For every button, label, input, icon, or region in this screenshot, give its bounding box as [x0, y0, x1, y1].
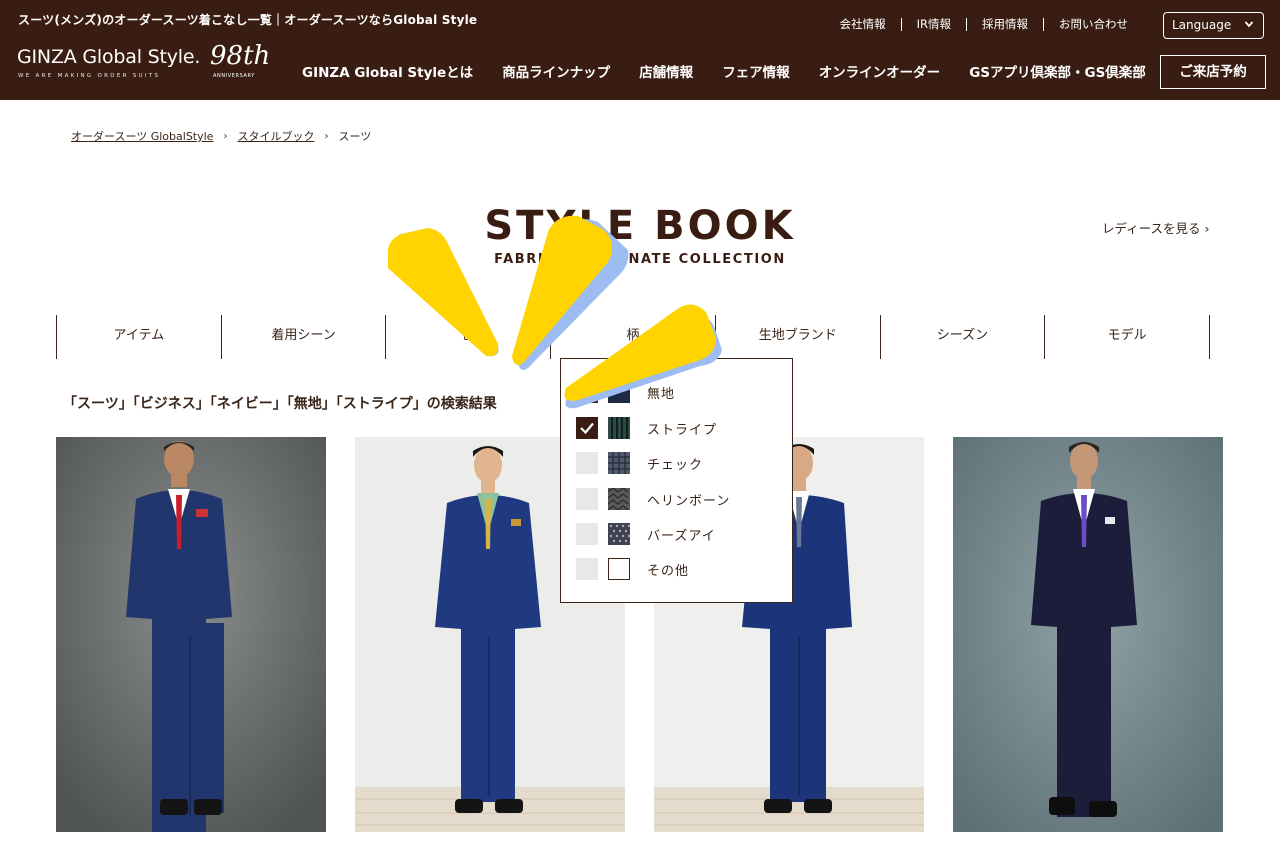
checkbox-solid[interactable]	[576, 381, 598, 403]
checkbox-check[interactable]	[576, 452, 598, 474]
logo-name: GINZA Global Style.	[17, 46, 201, 68]
checkbox-herringbone[interactable]	[576, 488, 598, 510]
pattern-option-label: ストライプ	[647, 422, 718, 438]
page-subtitle: FABRIC COORDINATE COLLECTION	[494, 252, 786, 267]
swatch-birdseye-icon	[608, 523, 631, 545]
logo-subtitle: WE ARE MAKING ORDER SUITS	[18, 73, 161, 79]
pattern-option-label: 無地	[647, 386, 676, 402]
pattern-filter-dropdown: 無地 ストライプ チェック ヘリンボーン バーズアイ その他	[560, 358, 793, 603]
pattern-option-label: チェック	[647, 457, 704, 473]
pattern-option-birdseye[interactable]: バーズアイ	[576, 521, 716, 547]
logo-anniversary: 98th	[210, 41, 271, 71]
nav-online-order[interactable]: オンラインオーダー	[804, 61, 955, 81]
util-link-recruit[interactable]: 採用情報	[967, 18, 1044, 31]
nav-lineup[interactable]: 商品ラインナップ	[487, 61, 624, 81]
breadcrumb-stylebook[interactable]: スタイルブック	[237, 128, 314, 144]
utility-nav: 会社情報 IR情報 採用情報 お問い合わせ	[825, 18, 1143, 31]
filter-tab-fabric-brand[interactable]: 生地ブランド	[714, 315, 880, 359]
style-photo-4[interactable]	[953, 437, 1223, 832]
checkmark-icon	[580, 422, 594, 435]
language-select[interactable]: Language	[1163, 12, 1264, 39]
store-reservation-button[interactable]: ご来店予約	[1160, 55, 1266, 89]
nav-fair[interactable]: フェア情報	[707, 61, 804, 81]
chevron-down-icon	[1244, 18, 1254, 28]
breadcrumb-separator: ›	[223, 130, 228, 142]
checkbox-birdseye[interactable]	[576, 523, 598, 545]
filter-tab-scene[interactable]: 着用シーン	[220, 315, 386, 359]
filter-tab-season[interactable]: シーズン	[879, 315, 1045, 359]
page-title: STYLE BOOK	[484, 203, 796, 249]
swatch-stripe-icon	[608, 417, 630, 439]
nav-about[interactable]: GINZA Global Styleとは	[287, 61, 487, 81]
pattern-option-label: ヘリンボーン	[647, 493, 731, 509]
checkbox-stripe[interactable]	[576, 417, 598, 439]
swatch-other-icon	[608, 558, 630, 580]
style-photo-1[interactable]	[56, 437, 326, 832]
nav-club[interactable]: GSアプリ倶楽部・GS倶楽部	[954, 61, 1160, 81]
main-nav: GINZA Global Styleとは 商品ラインナップ 店舗情報 フェア情報…	[287, 61, 1160, 81]
ladies-link[interactable]: レディースを見る ›	[1102, 218, 1209, 237]
checkmark-icon	[580, 386, 594, 399]
checkbox-other[interactable]	[576, 558, 598, 580]
logo-anniversary-sub: ANNIVERSARY	[213, 73, 255, 79]
pattern-option-solid[interactable]: 無地	[576, 379, 675, 405]
util-link-company[interactable]: 会社情報	[825, 18, 902, 31]
pattern-option-check[interactable]: チェック	[576, 450, 703, 476]
breadcrumb-home[interactable]: オーダースーツ GlobalStyle	[71, 128, 213, 144]
filter-tab-pattern[interactable]: 柄	[550, 315, 715, 359]
filter-tab-color[interactable]: 色	[385, 315, 550, 359]
breadcrumb-current: スーツ	[338, 130, 372, 143]
site-tagline: スーツ(メンズ)のオーダースーツ着こなし一覧｜オーダースーツならGlobal S…	[18, 13, 478, 27]
site-logo[interactable]: GINZA Global Style. WE ARE MAKING ORDER …	[17, 41, 271, 84]
pattern-option-stripe[interactable]: ストライプ	[576, 415, 717, 441]
swatch-solid-icon	[608, 381, 630, 403]
filter-tab-model[interactable]: モデル	[1044, 315, 1211, 359]
breadcrumb-separator: ›	[324, 130, 329, 142]
language-select-label: Language	[1172, 18, 1232, 32]
filter-tab-item[interactable]: アイテム	[56, 315, 221, 359]
util-link-ir[interactable]: IR情報	[902, 18, 967, 31]
pattern-option-herringbone[interactable]: ヘリンボーン	[576, 486, 730, 512]
swatch-check-icon	[608, 452, 630, 474]
pattern-option-other[interactable]: その他	[576, 556, 689, 582]
search-result-heading: 「スーツ」「ビジネス」「ネイビー」「無地」「ストライプ」の検索結果	[63, 396, 497, 412]
util-link-contact[interactable]: お問い合わせ	[1044, 18, 1143, 31]
site-header: スーツ(メンズ)のオーダースーツ着こなし一覧｜オーダースーツならGlobal S…	[0, 0, 1280, 100]
filter-tabs: アイテム 着用シーン 色 柄 生地ブランド シーズン モデル	[56, 315, 1211, 359]
pattern-option-label: バーズアイ	[647, 528, 716, 544]
nav-stores[interactable]: 店舗情報	[624, 61, 707, 81]
pattern-option-label: その他	[647, 563, 690, 579]
breadcrumb: オーダースーツ GlobalStyle › スタイルブック › スーツ	[71, 128, 371, 144]
swatch-herringbone-icon	[607, 487, 630, 511]
